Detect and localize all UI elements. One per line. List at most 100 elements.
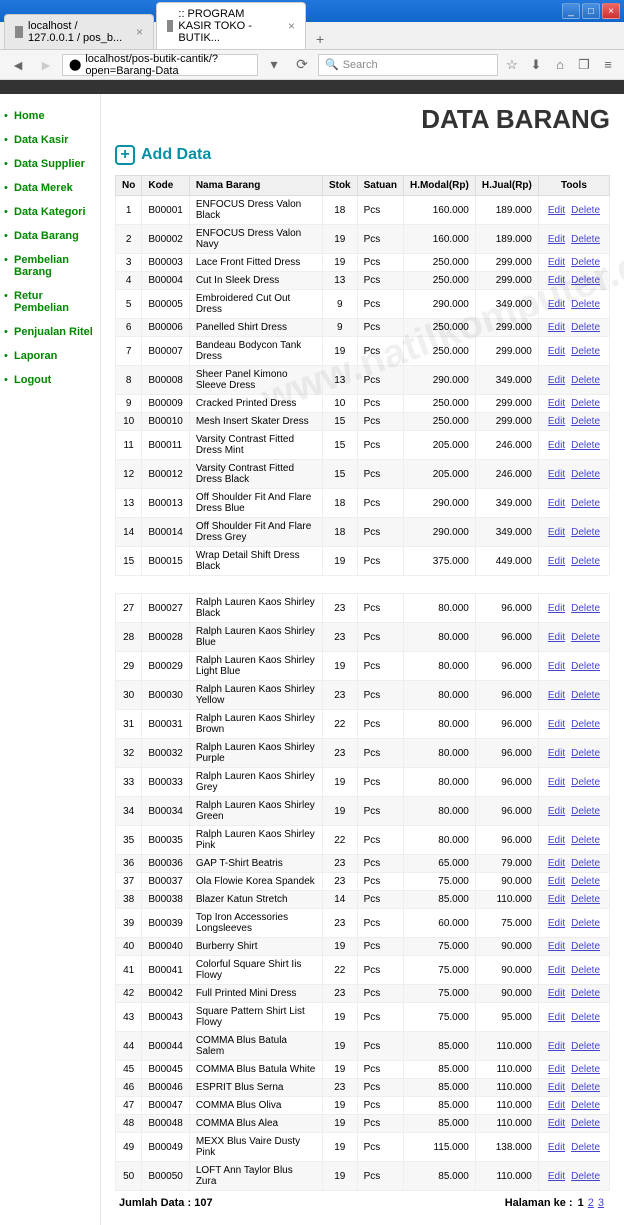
edit-link[interactable]: Edit bbox=[548, 1171, 565, 1182]
edit-link[interactable]: Edit bbox=[548, 440, 565, 451]
browser-tab[interactable]: :: PROGRAM KASIR TOKO - BUTIK... × bbox=[156, 2, 306, 49]
delete-link[interactable]: Delete bbox=[571, 440, 600, 451]
edit-link[interactable]: Edit bbox=[548, 661, 565, 672]
delete-link[interactable]: Delete bbox=[571, 1082, 600, 1093]
download-icon[interactable]: ⬇ bbox=[526, 57, 546, 73]
edit-link[interactable]: Edit bbox=[548, 876, 565, 887]
tab-close-icon[interactable]: × bbox=[288, 19, 295, 33]
delete-link[interactable]: Delete bbox=[571, 1064, 600, 1075]
delete-link[interactable]: Delete bbox=[571, 469, 600, 480]
home-icon[interactable]: ⌂ bbox=[550, 57, 570, 72]
delete-link[interactable]: Delete bbox=[571, 690, 600, 701]
tab-close-icon[interactable]: × bbox=[136, 25, 143, 39]
window-maximize-button[interactable]: □ bbox=[582, 3, 600, 19]
edit-link[interactable]: Edit bbox=[548, 806, 565, 817]
edit-link[interactable]: Edit bbox=[548, 498, 565, 509]
edit-link[interactable]: Edit bbox=[548, 748, 565, 759]
edit-link[interactable]: Edit bbox=[548, 234, 565, 245]
nav-item[interactable]: Penjualan Ritel bbox=[14, 326, 93, 338]
delete-link[interactable]: Delete bbox=[571, 918, 600, 929]
edit-link[interactable]: Edit bbox=[548, 1064, 565, 1075]
nav-item[interactable]: Retur Pembelian bbox=[14, 290, 69, 314]
edit-link[interactable]: Edit bbox=[548, 416, 565, 427]
delete-link[interactable]: Delete bbox=[571, 719, 600, 730]
nav-item[interactable]: Home bbox=[14, 110, 45, 122]
edit-link[interactable]: Edit bbox=[548, 346, 565, 357]
delete-link[interactable]: Delete bbox=[571, 858, 600, 869]
edit-link[interactable]: Edit bbox=[548, 205, 565, 216]
delete-link[interactable]: Delete bbox=[571, 322, 600, 333]
edit-link[interactable]: Edit bbox=[548, 858, 565, 869]
bookmark-icon[interactable]: ❐ bbox=[574, 57, 594, 73]
nav-item[interactable]: Pembelian Barang bbox=[14, 254, 69, 278]
delete-link[interactable]: Delete bbox=[571, 894, 600, 905]
edit-link[interactable]: Edit bbox=[548, 1041, 565, 1052]
delete-link[interactable]: Delete bbox=[571, 556, 600, 567]
dropdown-icon[interactable]: ▾ bbox=[262, 53, 286, 77]
nav-item[interactable]: Data Merek bbox=[14, 182, 73, 194]
edit-link[interactable]: Edit bbox=[548, 1012, 565, 1023]
window-minimize-button[interactable]: _ bbox=[562, 3, 580, 19]
delete-link[interactable]: Delete bbox=[571, 777, 600, 788]
delete-link[interactable]: Delete bbox=[571, 498, 600, 509]
edit-link[interactable]: Edit bbox=[548, 527, 565, 538]
edit-link[interactable]: Edit bbox=[548, 965, 565, 976]
edit-link[interactable]: Edit bbox=[548, 375, 565, 386]
delete-link[interactable]: Delete bbox=[571, 1142, 600, 1153]
search-input[interactable]: 🔍 Search bbox=[318, 54, 498, 76]
delete-link[interactable]: Delete bbox=[571, 748, 600, 759]
edit-link[interactable]: Edit bbox=[548, 556, 565, 567]
delete-link[interactable]: Delete bbox=[571, 941, 600, 952]
edit-link[interactable]: Edit bbox=[548, 1100, 565, 1111]
edit-link[interactable]: Edit bbox=[548, 257, 565, 268]
delete-link[interactable]: Delete bbox=[571, 876, 600, 887]
edit-link[interactable]: Edit bbox=[548, 1118, 565, 1129]
delete-link[interactable]: Delete bbox=[571, 661, 600, 672]
delete-link[interactable]: Delete bbox=[571, 398, 600, 409]
browser-tab[interactable]: localhost / 127.0.0.1 / pos_b... × bbox=[4, 14, 154, 49]
edit-link[interactable]: Edit bbox=[548, 941, 565, 952]
edit-link[interactable]: Edit bbox=[548, 988, 565, 999]
edit-link[interactable]: Edit bbox=[548, 322, 565, 333]
edit-link[interactable]: Edit bbox=[548, 398, 565, 409]
nav-item[interactable]: Data Kasir bbox=[14, 134, 68, 146]
delete-link[interactable]: Delete bbox=[571, 299, 600, 310]
edit-link[interactable]: Edit bbox=[548, 1082, 565, 1093]
delete-link[interactable]: Delete bbox=[571, 234, 600, 245]
edit-link[interactable]: Edit bbox=[548, 719, 565, 730]
delete-link[interactable]: Delete bbox=[571, 375, 600, 386]
page-link[interactable]: 1 bbox=[578, 1197, 584, 1209]
edit-link[interactable]: Edit bbox=[548, 275, 565, 286]
nav-item[interactable]: Data Supplier bbox=[14, 158, 85, 170]
menu-icon[interactable]: ≡ bbox=[598, 57, 618, 72]
edit-link[interactable]: Edit bbox=[548, 632, 565, 643]
delete-link[interactable]: Delete bbox=[571, 1118, 600, 1129]
edit-link[interactable]: Edit bbox=[548, 894, 565, 905]
page-link[interactable]: 2 bbox=[588, 1197, 594, 1209]
forward-button[interactable]: ► bbox=[34, 53, 58, 77]
delete-link[interactable]: Delete bbox=[571, 965, 600, 976]
delete-link[interactable]: Delete bbox=[571, 527, 600, 538]
delete-link[interactable]: Delete bbox=[571, 416, 600, 427]
edit-link[interactable]: Edit bbox=[548, 918, 565, 929]
edit-link[interactable]: Edit bbox=[548, 1142, 565, 1153]
delete-link[interactable]: Delete bbox=[571, 1041, 600, 1052]
delete-link[interactable]: Delete bbox=[571, 988, 600, 999]
edit-link[interactable]: Edit bbox=[548, 835, 565, 846]
delete-link[interactable]: Delete bbox=[571, 1171, 600, 1182]
add-data-button[interactable]: + Add Data bbox=[115, 145, 610, 165]
window-close-button[interactable]: × bbox=[602, 3, 620, 19]
reload-button[interactable]: ⟳ bbox=[290, 53, 314, 77]
edit-link[interactable]: Edit bbox=[548, 469, 565, 480]
edit-link[interactable]: Edit bbox=[548, 299, 565, 310]
delete-link[interactable]: Delete bbox=[571, 205, 600, 216]
nav-item[interactable]: Data Barang bbox=[14, 230, 79, 242]
nav-item[interactable]: Data Kategori bbox=[14, 206, 86, 218]
nav-item[interactable]: Laporan bbox=[14, 350, 57, 362]
back-button[interactable]: ◄ bbox=[6, 53, 30, 77]
edit-link[interactable]: Edit bbox=[548, 690, 565, 701]
delete-link[interactable]: Delete bbox=[571, 603, 600, 614]
url-input[interactable]: ⬤ localhost/pos-butik-cantik/?open=Baran… bbox=[62, 54, 258, 76]
delete-link[interactable]: Delete bbox=[571, 346, 600, 357]
delete-link[interactable]: Delete bbox=[571, 1100, 600, 1111]
